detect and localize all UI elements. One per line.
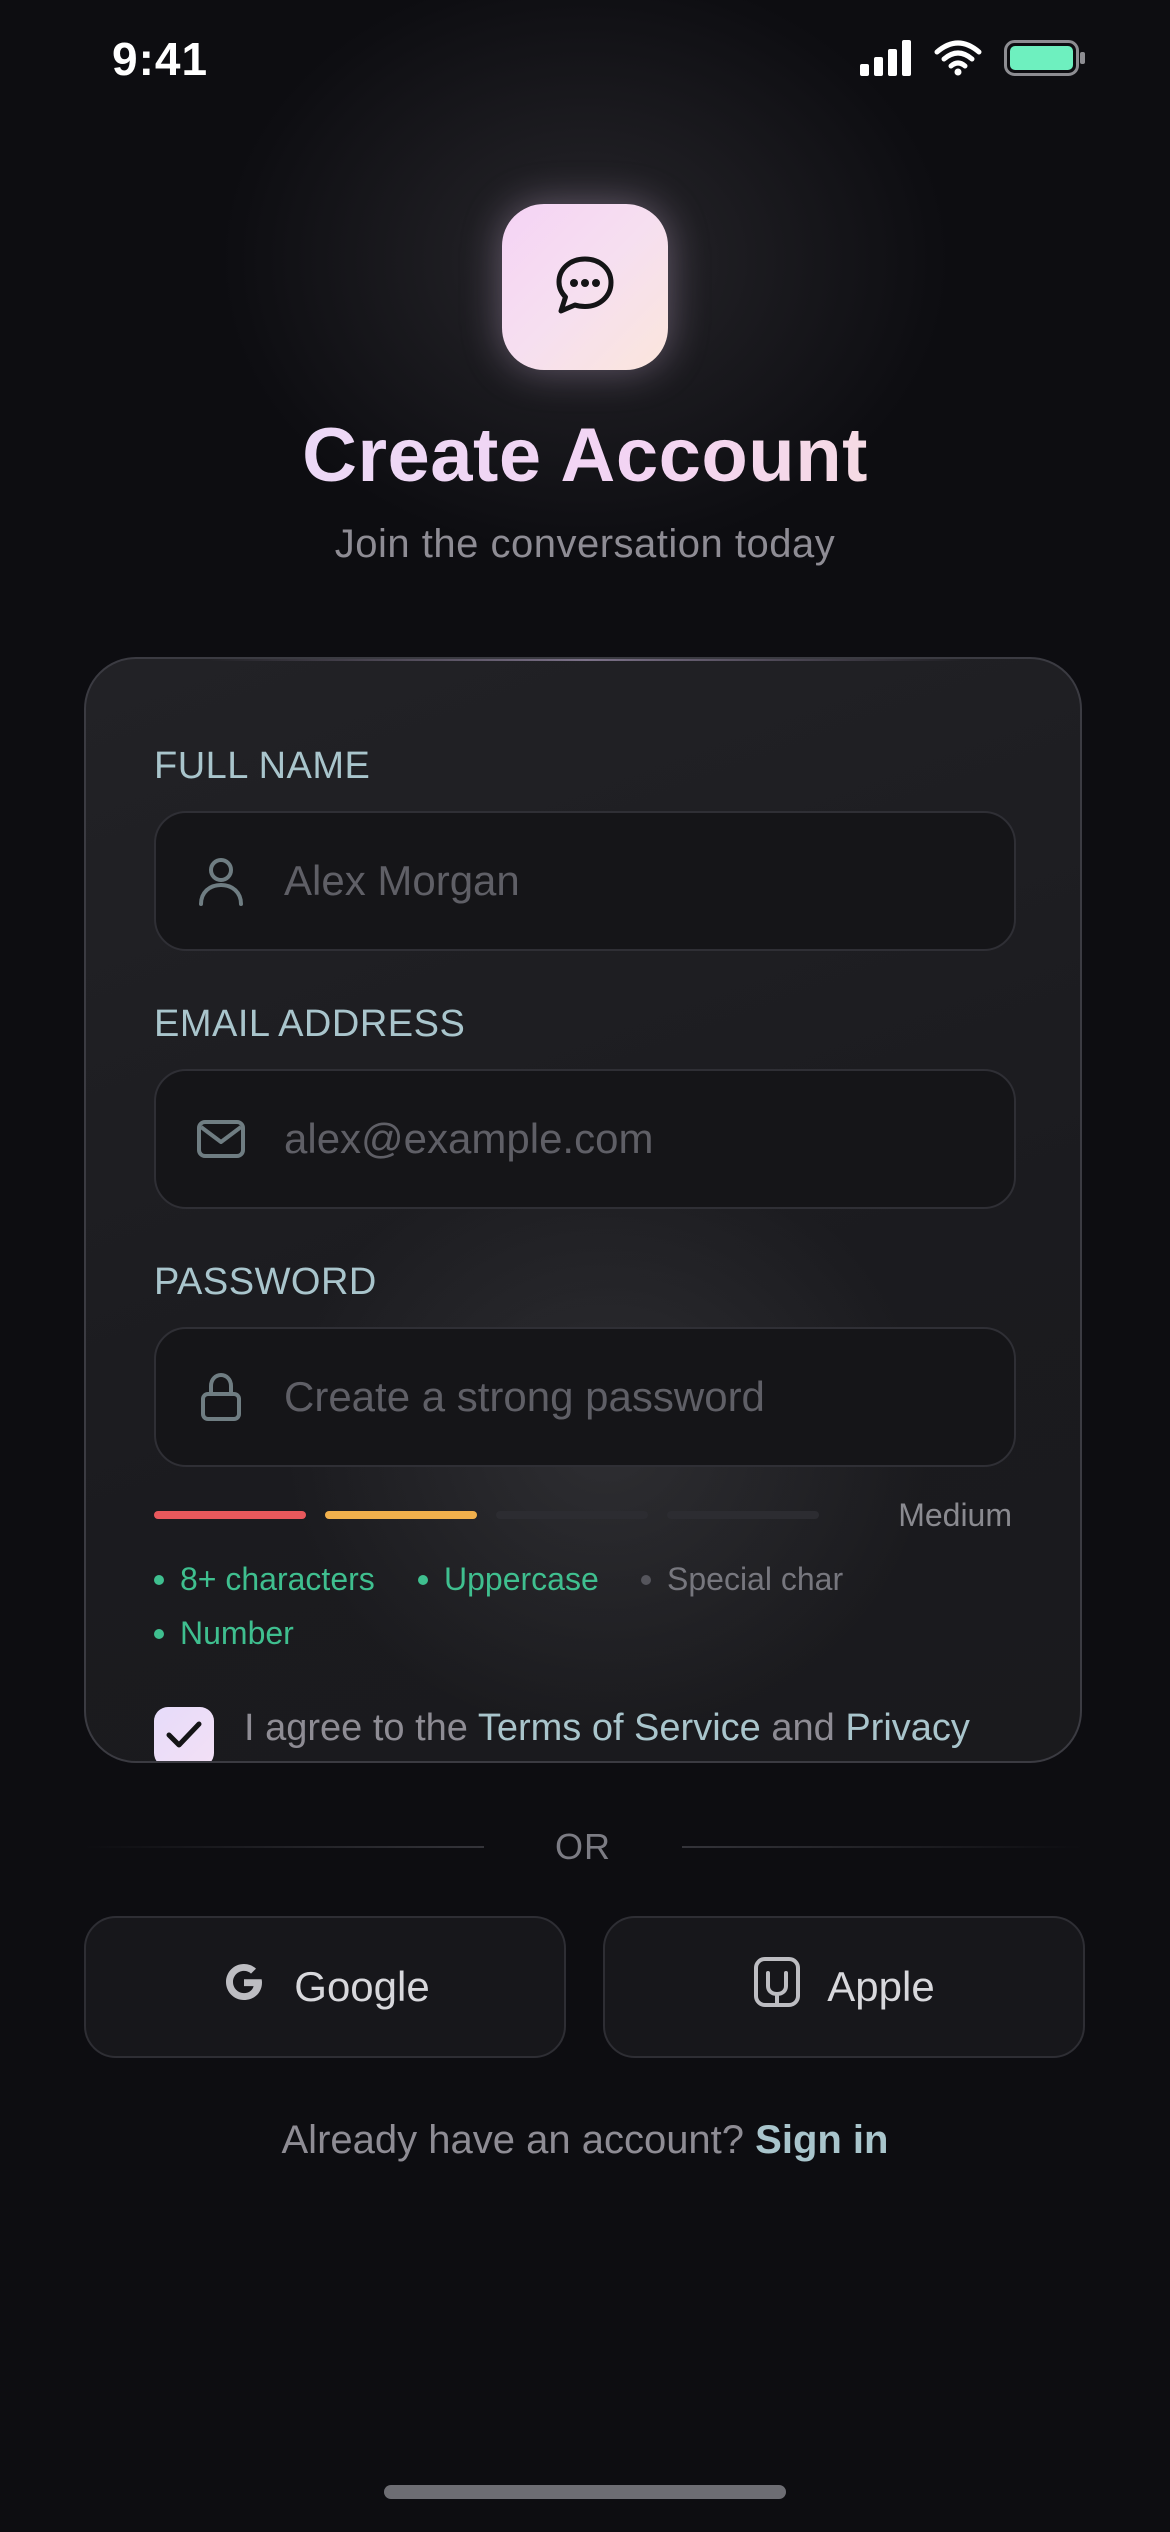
requirement-dot bbox=[154, 1574, 164, 1585]
strength-segment-3 bbox=[496, 1511, 648, 1519]
agree-checkbox[interactable] bbox=[154, 1707, 214, 1761]
wifi-icon bbox=[934, 40, 982, 81]
cellular-signal-icon bbox=[860, 40, 912, 81]
card-top-glow bbox=[206, 659, 966, 661]
password-field[interactable] bbox=[154, 1327, 1016, 1467]
requirement-text: Uppercase bbox=[444, 1561, 599, 1597]
battery-icon bbox=[1004, 40, 1086, 81]
apple-icon bbox=[753, 1956, 801, 2018]
requirement-dot bbox=[641, 1574, 651, 1585]
lock-icon bbox=[156, 1372, 286, 1422]
strength-segment-1 bbox=[154, 1511, 306, 1519]
or-divider: OR bbox=[84, 1822, 1082, 1872]
home-indicator[interactable] bbox=[384, 2485, 786, 2499]
email-field[interactable] bbox=[154, 1069, 1016, 1209]
signin-row: Already have an account? Sign in bbox=[0, 2118, 1170, 2163]
full-name-label: FULL NAME bbox=[154, 745, 371, 787]
page-subtitle: Join the conversation today bbox=[334, 522, 836, 566]
apple-label: Apple bbox=[827, 1963, 935, 2010]
mail-icon bbox=[156, 1119, 286, 1159]
email-label: EMAIL ADDRESS bbox=[154, 1003, 466, 1045]
requirement-item: Number bbox=[154, 1615, 294, 1652]
full-name-input[interactable] bbox=[284, 857, 1014, 905]
checkmark-icon bbox=[164, 1719, 204, 1756]
divider-line-right bbox=[682, 1846, 1082, 1848]
google-signin-button[interactable]: Google bbox=[84, 1916, 566, 2058]
terms-link[interactable]: Terms of Service bbox=[478, 1707, 761, 1749]
requirement-dot bbox=[418, 1574, 428, 1585]
password-label: PASSWORD bbox=[154, 1261, 377, 1303]
strength-label: Medium bbox=[898, 1497, 1012, 1533]
full-name-field[interactable] bbox=[154, 811, 1016, 951]
google-label: Google bbox=[294, 1963, 430, 2010]
requirement-text: 8+ characters bbox=[180, 1561, 375, 1597]
status-time: 9:41 bbox=[112, 33, 209, 85]
agree-text: I agree to the Terms of Service and Priv… bbox=[244, 1707, 970, 1750]
requirement-dot bbox=[154, 1628, 164, 1639]
status-bar: 9:41 bbox=[0, 0, 1170, 130]
status-icons bbox=[860, 40, 1086, 81]
requirement-item: 8+ characters bbox=[154, 1561, 375, 1598]
signin-link[interactable]: Sign in bbox=[755, 2118, 888, 2162]
requirement-item: Uppercase bbox=[418, 1561, 599, 1598]
requirement-item: Special char bbox=[641, 1561, 843, 1598]
strength-segment-2 bbox=[325, 1511, 477, 1519]
chat-bubble-icon bbox=[553, 253, 617, 322]
agree-prefix: I agree to the bbox=[244, 1707, 478, 1749]
page-title: Create Account bbox=[0, 412, 1170, 499]
signin-prompt: Already have an account? bbox=[281, 2118, 756, 2162]
requirement-text: Special char bbox=[667, 1561, 844, 1597]
app-logo bbox=[502, 204, 668, 370]
strength-segment-4 bbox=[667, 1511, 819, 1519]
signup-card: FULL NAME EMAIL ADDRESS PASSWORD bbox=[84, 657, 1082, 1763]
google-icon bbox=[220, 1958, 268, 2016]
user-icon bbox=[156, 855, 286, 907]
requirement-text: Number bbox=[180, 1615, 294, 1651]
password-input[interactable] bbox=[284, 1373, 1014, 1421]
agree-middle: and bbox=[760, 1707, 846, 1749]
email-input[interactable] bbox=[284, 1115, 1014, 1163]
apple-signin-button[interactable]: Apple bbox=[603, 1916, 1085, 2058]
privacy-link[interactable]: Privacy bbox=[845, 1707, 970, 1749]
